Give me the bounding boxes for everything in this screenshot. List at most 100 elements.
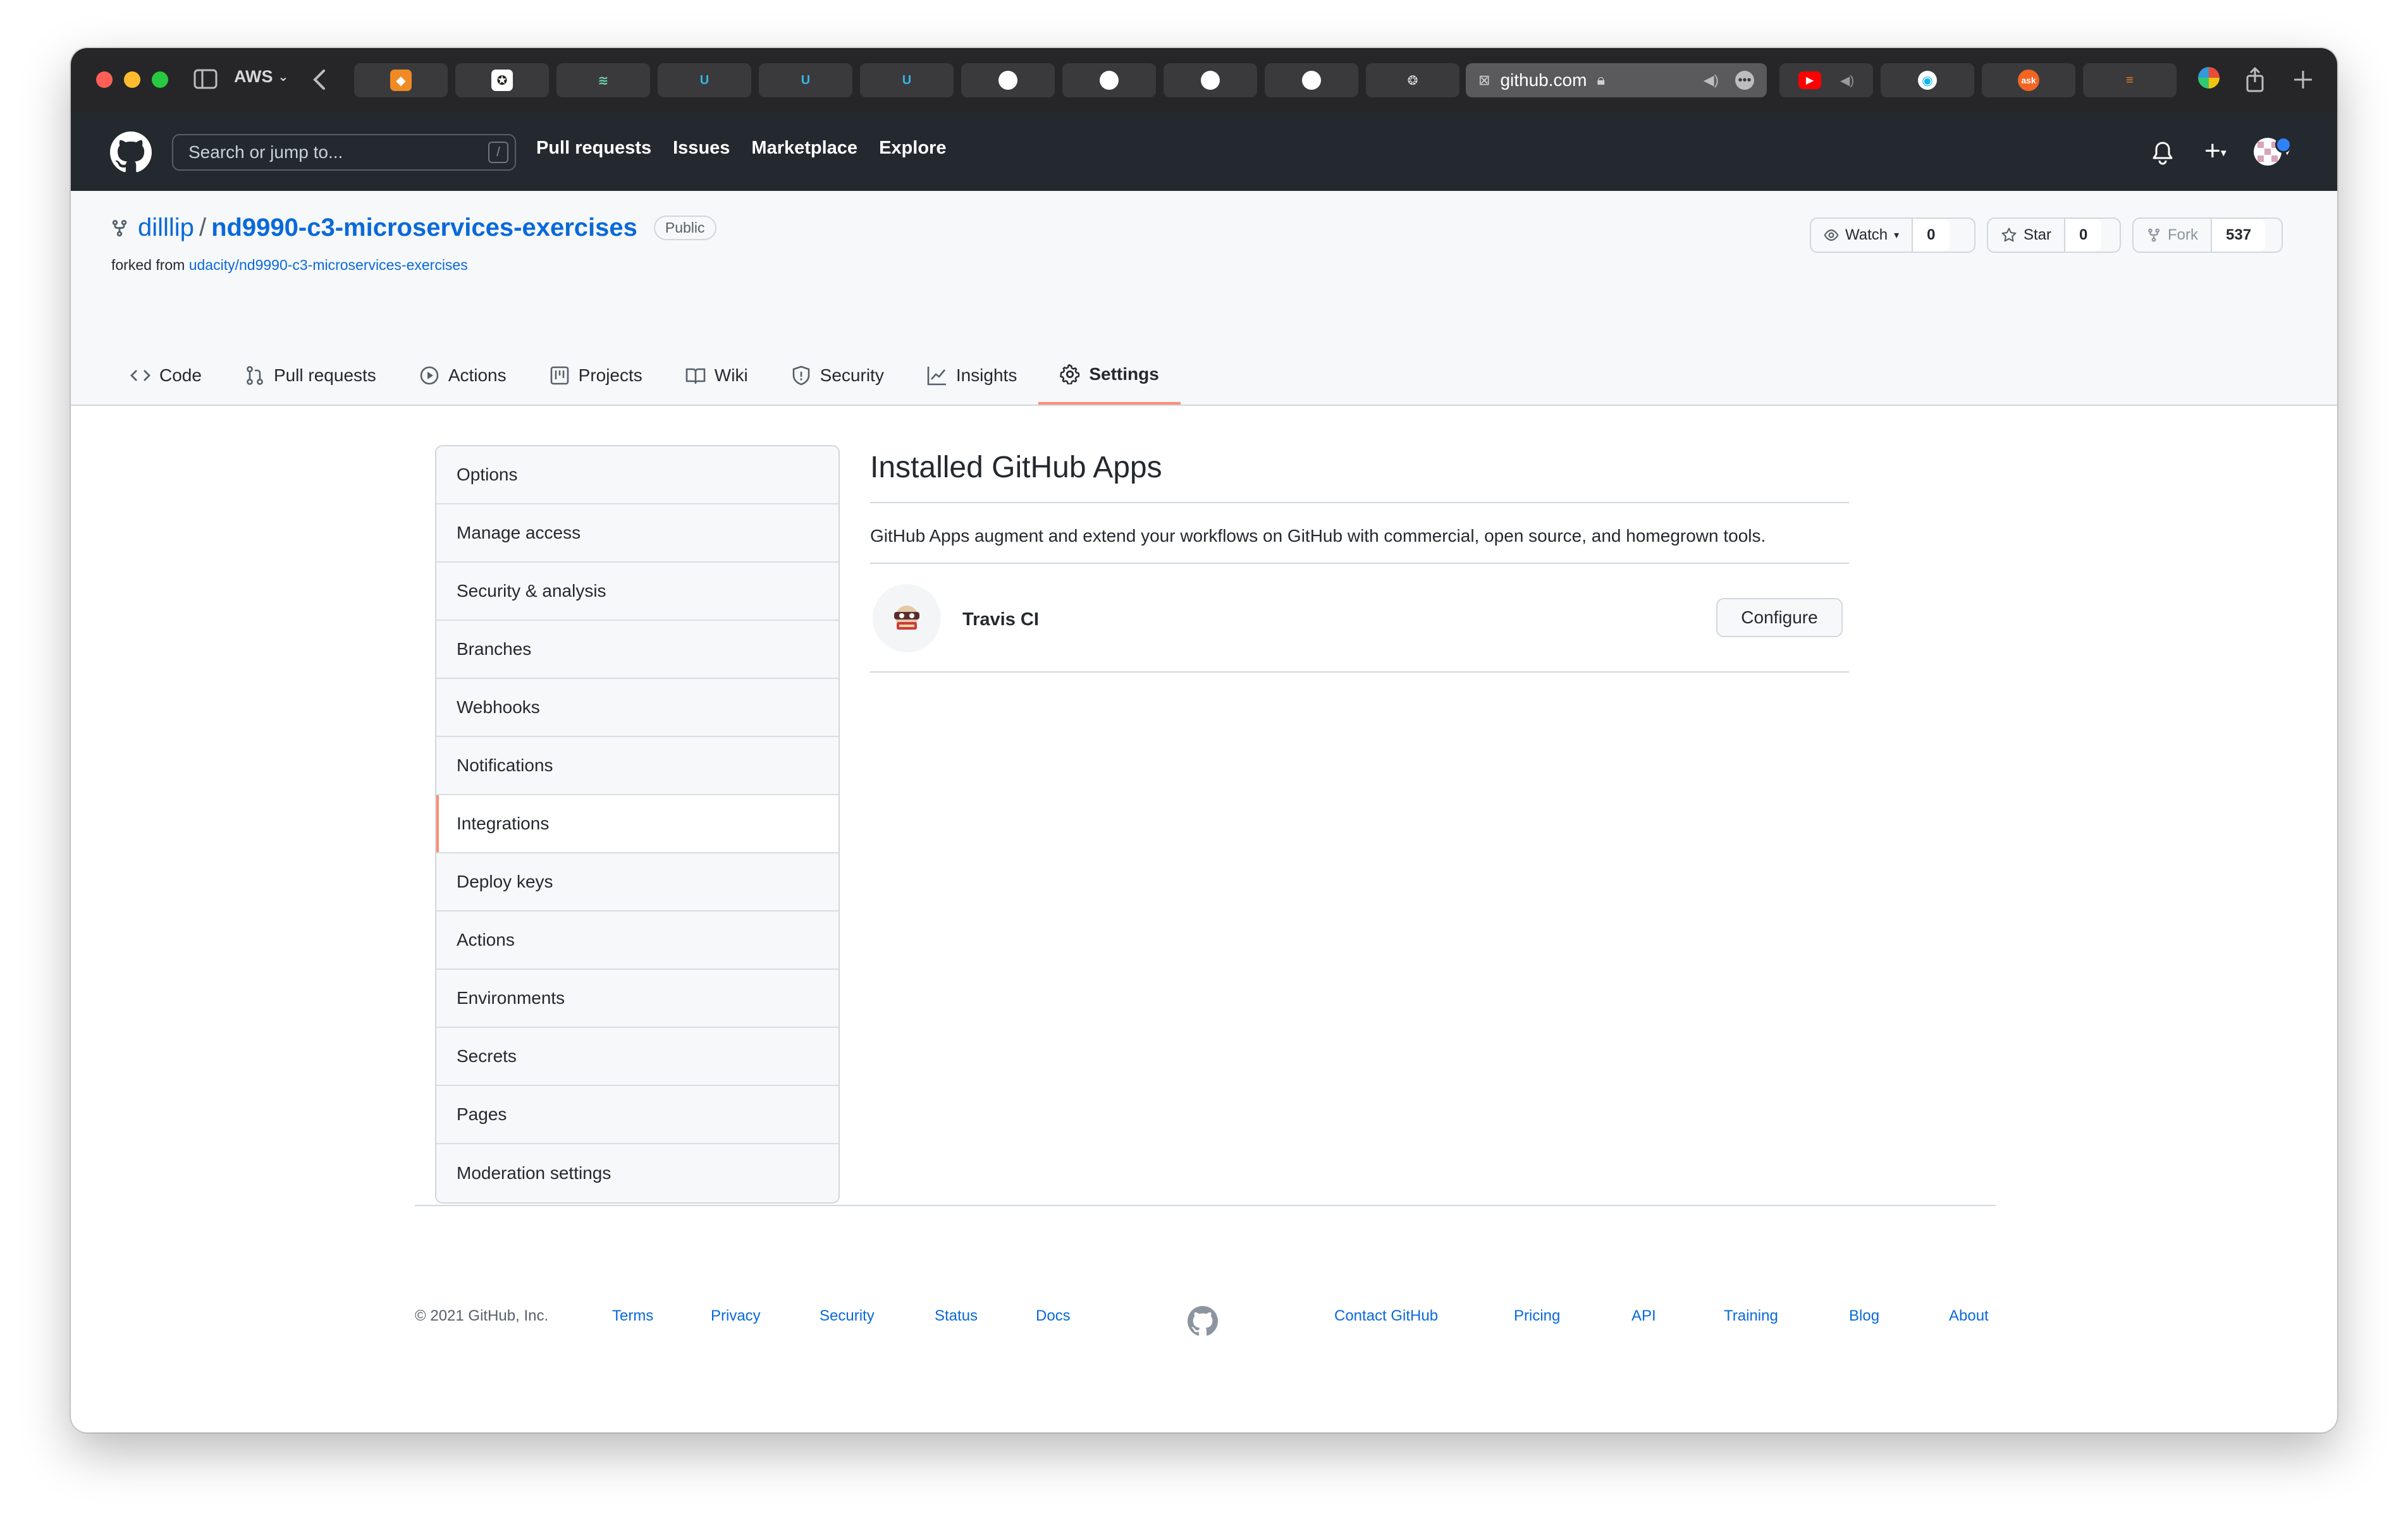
tab-projects[interactable]: Projects <box>528 346 664 405</box>
forked-from-line: forked from udacity/nd9990-c3-microservi… <box>111 257 468 274</box>
watch-button[interactable]: Watch ▾ 0 <box>1810 217 1975 253</box>
browser-tab[interactable]: ❂ <box>1366 63 1459 97</box>
repo-name-link[interactable]: nd9990-c3-microservices-exercises <box>211 214 637 242</box>
close-window-button[interactable] <box>96 71 113 88</box>
browser-tab[interactable]: ✪ <box>455 63 549 97</box>
footer-link-status[interactable]: Status <box>935 1307 978 1325</box>
footer-link-contact[interactable]: Contact GitHub <box>1334 1307 1438 1325</box>
fork-icon <box>2148 228 2159 242</box>
fork-button[interactable]: Fork 537 <box>2132 217 2283 253</box>
sidebar-item-secrets[interactable]: Secrets <box>436 1028 838 1086</box>
github-logo-icon[interactable] <box>110 131 152 173</box>
nav-issues[interactable]: Issues <box>673 138 730 159</box>
sidebar-item-moderation-settings[interactable]: Moderation settings <box>436 1144 838 1202</box>
tab-security[interactable]: Security <box>770 346 906 405</box>
browser-tab[interactable]: ≋ <box>556 63 650 97</box>
sidebar-item-webhooks[interactable]: Webhooks <box>436 679 838 737</box>
shield-icon <box>792 365 809 386</box>
lock-icon: 🔒︎ <box>1597 71 1606 89</box>
nav-pull-requests[interactable]: Pull requests <box>536 138 651 159</box>
watch-label-area[interactable]: Watch ▾ <box>1811 219 1914 252</box>
star-button[interactable]: Star 0 <box>1987 217 2121 253</box>
browser-tab[interactable]: ◆ <box>354 63 448 97</box>
footer-link-training[interactable]: Training <box>1724 1307 1778 1325</box>
footer-link-terms[interactable]: Terms <box>612 1307 653 1325</box>
tab-settings-label: Settings <box>1089 364 1159 384</box>
sidebar-item-actions[interactable]: Actions <box>436 912 838 970</box>
footer-link-privacy[interactable]: Privacy <box>711 1307 761 1325</box>
repo-forked-icon <box>112 219 127 236</box>
browser-tab[interactable]: ≡ <box>2083 63 2177 97</box>
browser-tab[interactable]: U <box>860 63 954 97</box>
watch-count[interactable]: 0 <box>1913 219 1950 252</box>
browser-tab[interactable]: U <box>658 63 751 97</box>
footer-link-security[interactable]: Security <box>820 1307 875 1325</box>
share-icon[interactable] <box>2245 67 2265 92</box>
more-options-icon[interactable]: ••• <box>1735 71 1754 90</box>
create-new-dropdown[interactable]: +▾ <box>2204 134 2227 169</box>
sidebar-item-deploy-keys[interactable]: Deploy keys <box>436 853 838 912</box>
sidebar-item-manage-access[interactable]: Manage access <box>436 504 838 563</box>
github-mark-icon[interactable] <box>1188 1306 1218 1336</box>
travis-mascot-icon <box>894 606 919 630</box>
browser-tab[interactable]: ◉ <box>1881 63 1974 97</box>
sidebar-item-environments[interactable]: Environments <box>436 970 838 1028</box>
plus-icon: + <box>2204 135 2221 166</box>
udacity-tab-icon: U <box>699 73 710 87</box>
star-icon <box>2001 228 2017 242</box>
notifications-bell-icon[interactable] <box>2151 140 2174 166</box>
tab-pull-requests[interactable]: Pull requests <box>223 346 398 405</box>
tab-wiki-label: Wiki <box>714 365 748 385</box>
star-count[interactable]: 0 <box>2065 219 2102 252</box>
active-browser-tab[interactable]: ⊠ github.com 🔒︎ ◀︎) ••• <box>1466 63 1767 97</box>
tab-code[interactable]: Code <box>130 346 223 405</box>
sidebar-item-security-analysis[interactable]: Security & analysis <box>436 563 838 621</box>
watch-label: Watch <box>1845 226 1888 243</box>
new-tab-icon[interactable] <box>2293 70 2313 90</box>
tab-settings[interactable]: Settings <box>1038 346 1181 405</box>
nav-marketplace[interactable]: Marketplace <box>751 138 857 159</box>
browser-tab[interactable]: ask <box>1982 63 2075 97</box>
gear-icon <box>1060 364 1080 384</box>
footer-link-api[interactable]: API <box>1631 1307 1656 1325</box>
repo-owner-link[interactable]: dilllip <box>138 214 194 242</box>
search-input[interactable]: Search or jump to... / <box>172 134 516 171</box>
sidebar-item-notifications[interactable]: Notifications <box>436 737 838 795</box>
forked-from-link[interactable]: udacity/nd9990-c3-microservices-exercise… <box>189 257 468 273</box>
browser-tab[interactable] <box>1062 63 1156 97</box>
footer-link-docs[interactable]: Docs <box>1036 1307 1071 1325</box>
star-label-area[interactable]: Star <box>1988 219 2066 252</box>
address-bar[interactable]: github.com <box>1500 70 1587 90</box>
sidebar-item-pages[interactable]: Pages <box>436 1086 838 1144</box>
configure-button[interactable]: Configure <box>1716 598 1843 637</box>
footer-link-pricing[interactable]: Pricing <box>1514 1307 1560 1325</box>
tab-actions[interactable]: Actions <box>398 346 528 405</box>
tab-security-label: Security <box>820 365 884 385</box>
nav-explore[interactable]: Explore <box>879 138 946 159</box>
fork-label-area[interactable]: Fork <box>2134 219 2212 252</box>
browser-tab[interactable] <box>1265 63 1358 97</box>
footer-link-blog[interactable]: Blog <box>1849 1307 1879 1325</box>
browser-tab[interactable]: U <box>759 63 852 97</box>
close-tab-icon[interactable]: ⊠ <box>1478 72 1490 89</box>
sidebar-item-options[interactable]: Options <box>436 446 838 504</box>
browser-tab[interactable] <box>961 63 1055 97</box>
browser-window: AWS ⌄ ◆ ✪ ≋ U U U ❂ ⊠ github.com 🔒︎ ◀︎) … <box>71 48 2337 1432</box>
browser-tab[interactable] <box>1164 63 1257 97</box>
forked-from-prefix: forked from <box>111 257 185 273</box>
tab-group-selector[interactable]: AWS ⌄ <box>234 67 288 87</box>
tab-insights[interactable]: Insights <box>906 346 1039 405</box>
browser-tab[interactable]: ▶ ◀︎) <box>1779 63 1873 97</box>
speaker-icon[interactable]: ◀︎) <box>1704 72 1719 89</box>
extension-icon[interactable] <box>2198 67 2220 89</box>
sidebar-item-integrations[interactable]: Integrations <box>436 795 838 853</box>
udacity-tab-icon: U <box>902 73 912 87</box>
back-arrow-icon[interactable] <box>310 67 329 92</box>
footer-link-about[interactable]: About <box>1949 1307 1989 1325</box>
sidebar-toggle-icon[interactable] <box>194 68 218 90</box>
tab-wiki[interactable]: Wiki <box>664 346 770 405</box>
zoom-window-button[interactable] <box>152 71 168 88</box>
fork-count[interactable]: 537 <box>2212 219 2266 252</box>
sidebar-item-branches[interactable]: Branches <box>436 621 838 679</box>
minimize-window-button[interactable] <box>124 71 140 88</box>
